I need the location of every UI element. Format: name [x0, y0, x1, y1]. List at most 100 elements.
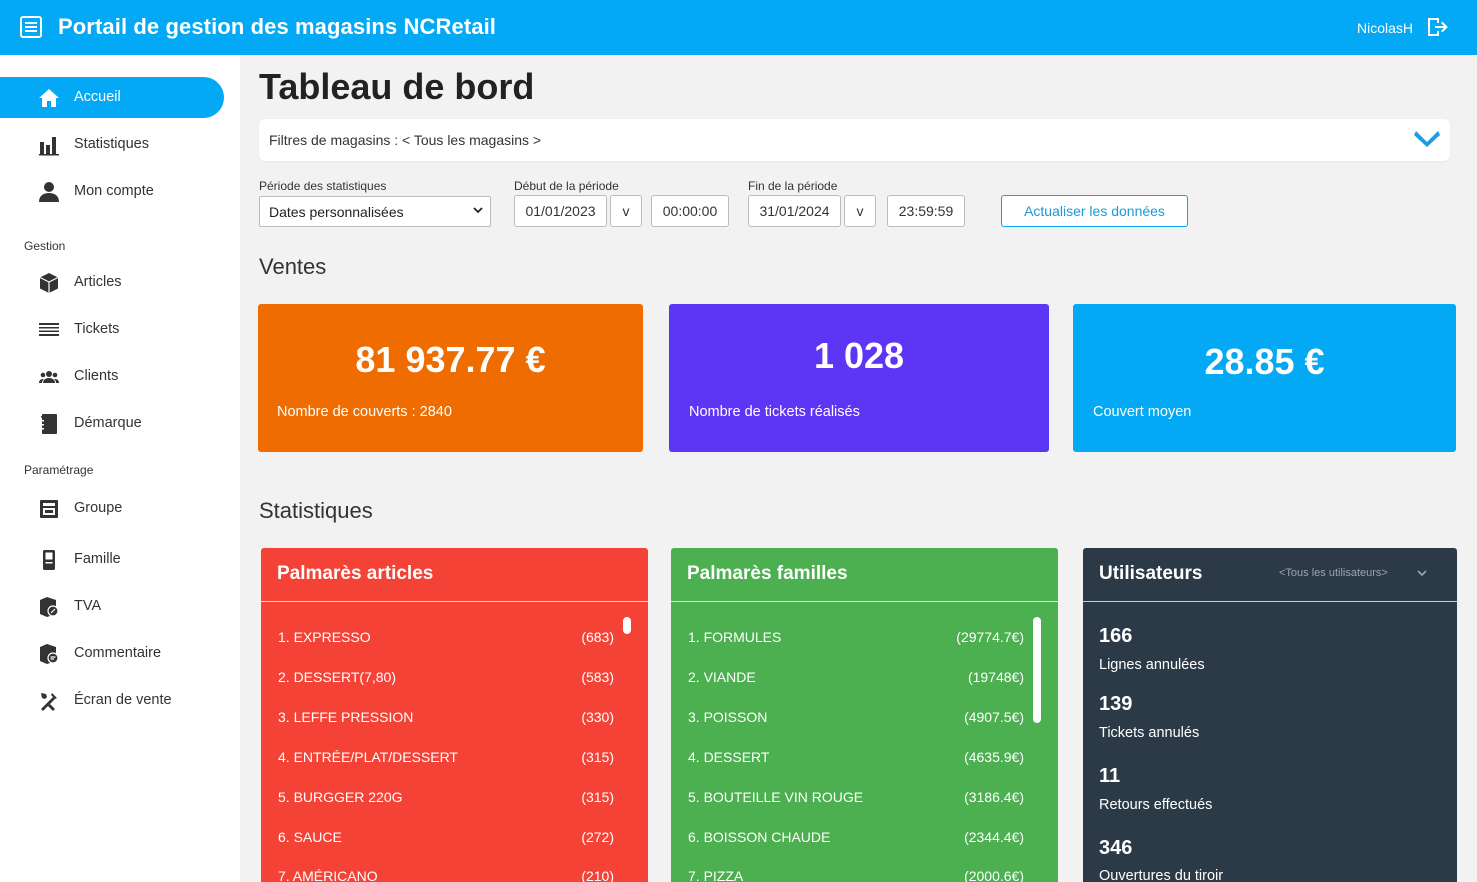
list-item[interactable]: 3. POISSON (4907.5€): [688, 709, 1024, 729]
tools-icon: [41, 693, 57, 711]
app-title: Portail de gestion des magasins NCRetail: [58, 14, 497, 39]
panel-divider: [261, 601, 648, 602]
kpi-caption: Nombre de tickets réalisés: [689, 404, 860, 420]
kpi-value: 1 028: [813, 335, 905, 376]
sidebar-item-label: Articles: [74, 274, 122, 290]
stat-value: 11: [1099, 765, 1121, 787]
list-item[interactable]: 3. LEFFE PRESSION (330): [278, 709, 614, 729]
sidebar-item-groupe[interactable]: Groupe: [0, 488, 224, 529]
kpi-value: 28.85 €: [1204, 341, 1325, 382]
list-item[interactable]: 4. DESSERT (4635.9€): [688, 749, 1024, 769]
username[interactable]: NicolasH: [1357, 20, 1413, 36]
kpi-card-revenue: 81 937.77 € Nombre de couverts : 2840: [258, 304, 643, 452]
chevron-down-icon[interactable]: [1417, 568, 1427, 578]
comment-icon: [40, 644, 59, 664]
menu-icon[interactable]: [20, 16, 42, 38]
panel-users: Utilisateurs <Tous les utilisateurs> 166…: [1083, 548, 1457, 882]
bar-chart-icon: [39, 137, 59, 156]
start-date-input[interactable]: 01/01/2023: [514, 195, 607, 227]
end-time-input[interactable]: 23:59:59: [887, 195, 965, 227]
tax-icon: [40, 597, 59, 617]
list-item[interactable]: 2. VIANDE (19748€): [688, 669, 1024, 689]
panel-top-families: Palmarès familles 1. FORMULES (29774.7€) …: [671, 548, 1058, 882]
panel-top-articles: Palmarès articles 1. EXPRESSO (683) 2. DE…: [261, 548, 648, 882]
kpi-caption: Couvert moyen: [1093, 404, 1192, 420]
sidebar-item-label: Mon compte: [74, 183, 154, 199]
sidebar-item-label: Commentaire: [74, 645, 162, 661]
list-item[interactable]: 4. ENTRÉE/PLAT/DESSERT (315): [278, 749, 614, 769]
end-date-toggle[interactable]: v: [844, 195, 876, 227]
list-item[interactable]: 5. BURGGER 220G (315): [278, 789, 614, 809]
section-label-parametrage: Paramétrage: [24, 463, 94, 477]
end-date-input[interactable]: 31/01/2024: [748, 195, 841, 227]
store-filter-label: Filtres de magasins : < Tous les magasin…: [269, 132, 542, 148]
stat-label: Retours effectués: [1099, 797, 1213, 813]
list-item[interactable]: 1. EXPRESSO (683): [278, 629, 614, 649]
end-label: Fin de la période: [748, 179, 838, 193]
panel-title: Utilisateurs: [1099, 563, 1203, 584]
store-filter[interactable]: Filtres de magasins : < Tous les magasin…: [259, 119, 1450, 161]
period-select[interactable]: Dates personnalisées: [259, 196, 491, 227]
list-item[interactable]: 6. SAUCE (272): [278, 829, 614, 849]
group-icon: [40, 500, 58, 518]
sidebar-item-label: TVA: [74, 598, 102, 614]
sidebar-item-label: Démarque: [74, 415, 142, 431]
list-item[interactable]: 7. PIZZA (2000.6€): [688, 868, 1024, 882]
period-label: Période des statistiques: [259, 179, 387, 193]
stat-label: Tickets annulés: [1099, 725, 1200, 741]
start-label: Début de la période: [514, 179, 619, 193]
sidebar-item-tickets[interactable]: Tickets: [0, 309, 224, 350]
start-date-toggle[interactable]: v: [610, 195, 642, 227]
users-icon: [39, 371, 59, 383]
refresh-button[interactable]: Actualiser les données: [1001, 195, 1188, 227]
period-select-value: Dates personnalisées: [269, 204, 404, 220]
family-icon: [43, 550, 55, 570]
cube-icon: [39, 273, 59, 293]
page-title: Tableau de bord: [259, 66, 535, 107]
sidebar-item-accueil[interactable]: Accueil: [0, 77, 224, 118]
panel-divider: [671, 601, 1058, 602]
sidebar: Accueil Statistiques Mon compte Gestion …: [0, 55, 240, 882]
top-bar: Portail de gestion des magasins NCRetail…: [0, 0, 1477, 55]
sidebar-item-label: Écran de vente: [74, 692, 172, 708]
stat-value: 346: [1099, 837, 1133, 859]
stat-label: Ouvertures du tiroir: [1099, 868, 1224, 882]
sidebar-item-ecran-de-vente[interactable]: Écran de vente: [0, 680, 224, 721]
sidebar-item-mon-compte[interactable]: Mon compte: [0, 171, 224, 212]
chevron-down-icon[interactable]: [1414, 127, 1440, 149]
section-title-ventes: Ventes: [259, 254, 327, 279]
scrollbar[interactable]: [623, 617, 631, 634]
sidebar-item-label: Statistiques: [74, 136, 149, 152]
sidebar-item-label: Accueil: [74, 89, 121, 105]
panel-title: Palmarès familles: [687, 563, 848, 584]
panel-title: Palmarès articles: [277, 563, 434, 584]
logout-icon[interactable]: [1425, 15, 1449, 39]
sidebar-item-famille[interactable]: Famille: [0, 539, 224, 580]
stat-label: Lignes annulées: [1099, 657, 1205, 673]
sidebar-item-statistiques[interactable]: Statistiques: [0, 124, 224, 165]
list-item[interactable]: 2. DESSERT(7,80) (583): [278, 669, 614, 689]
stat-value: 139: [1099, 693, 1133, 715]
sidebar-item-articles[interactable]: Articles: [0, 262, 224, 303]
kpi-card-average: 28.85 € Couvert moyen: [1073, 304, 1456, 452]
home-icon: [39, 89, 59, 107]
chevron-down-icon: [473, 207, 483, 214]
sidebar-item-tva[interactable]: TVA: [0, 586, 224, 627]
sidebar-item-label: Groupe: [74, 500, 123, 516]
start-time-input[interactable]: 00:00:00: [651, 195, 729, 227]
sidebar-item-demarque[interactable]: Démarque: [0, 403, 224, 444]
list-item[interactable]: 7. AMÉRICANO (210): [278, 868, 614, 882]
scrollbar[interactable]: [1033, 617, 1041, 723]
kpi-value: 81 937.77 €: [355, 339, 546, 380]
section-title-statistiques: Statistiques: [259, 498, 373, 523]
list-item[interactable]: 5. BOUTEILLE VIN ROUGE (3186.4€): [688, 789, 1024, 809]
list-item[interactable]: 6. BOISSON CHAUDE (2344.4€): [688, 829, 1024, 849]
list-item[interactable]: 1. FORMULES (29774.7€): [688, 629, 1024, 649]
kpi-caption: Nombre de couverts : 2840: [277, 404, 452, 420]
sidebar-item-commentaire[interactable]: Commentaire: [0, 633, 224, 674]
list-icon: [39, 323, 59, 336]
sidebar-item-label: Famille: [74, 551, 121, 567]
sidebar-item-clients[interactable]: Clients: [0, 356, 224, 397]
user-icon: [39, 182, 59, 202]
users-filter-select[interactable]: <Tous les utilisateurs>: [1279, 567, 1388, 579]
